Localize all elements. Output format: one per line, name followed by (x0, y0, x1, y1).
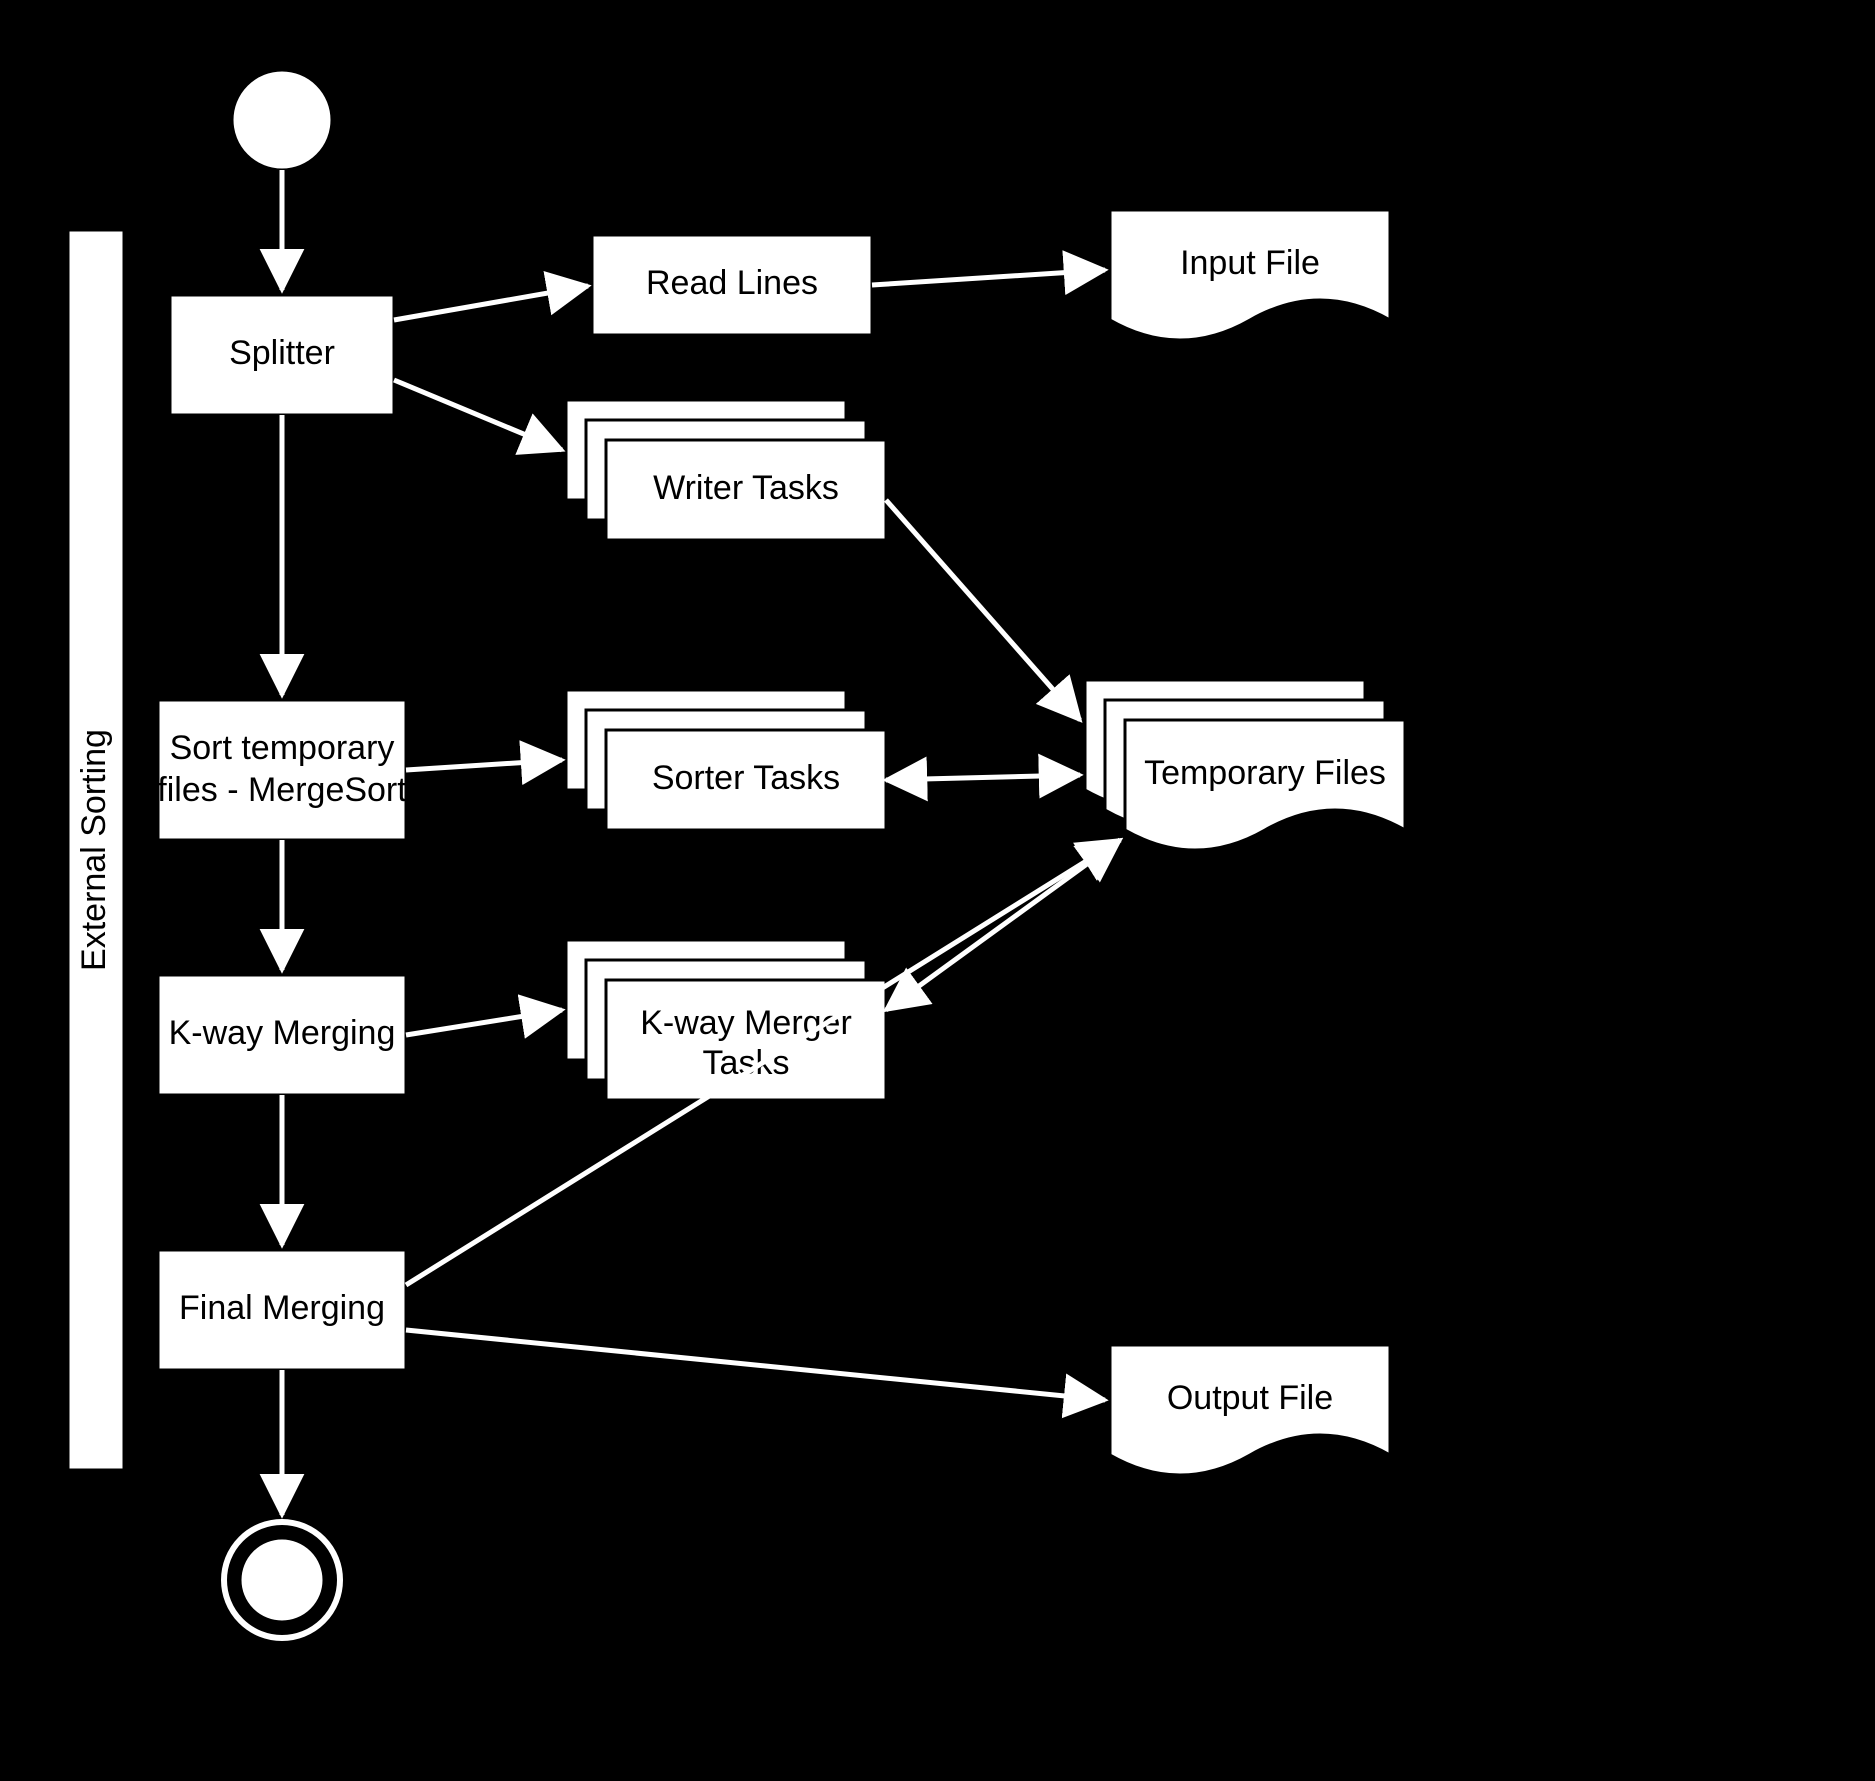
task-kway-merger: K-way Merger Tasks K-way Merger Tasks (566, 940, 900, 1100)
task-writer: Writer Tasks (566, 400, 886, 540)
task-sorter-label: Sorter Tasks (652, 759, 840, 797)
file-output-label: Output File (1167, 1379, 1333, 1417)
file-input-label: Input File (1180, 244, 1320, 282)
step-final-merge: Final Merging (158, 1250, 406, 1370)
task-sorter: Sorter Tasks (566, 690, 886, 830)
step-kway: K-way Merging (158, 975, 406, 1095)
task-read-lines: Read Lines (592, 235, 872, 335)
step-kway-label: K-way Merging (169, 1014, 396, 1052)
step-splitter: Splitter (170, 295, 394, 415)
step-final-merge-label: Final Merging (179, 1289, 385, 1327)
task-writer-label: Writer Tasks (653, 469, 839, 507)
start-node (232, 70, 332, 170)
task-read-lines-label: Read Lines (646, 264, 818, 302)
pipeline-title-bar: External Sorting (68, 230, 124, 1470)
end-node (224, 1522, 340, 1638)
step-splitter-label: Splitter (229, 334, 335, 372)
file-temp-label: Temporary Files (1144, 754, 1386, 792)
